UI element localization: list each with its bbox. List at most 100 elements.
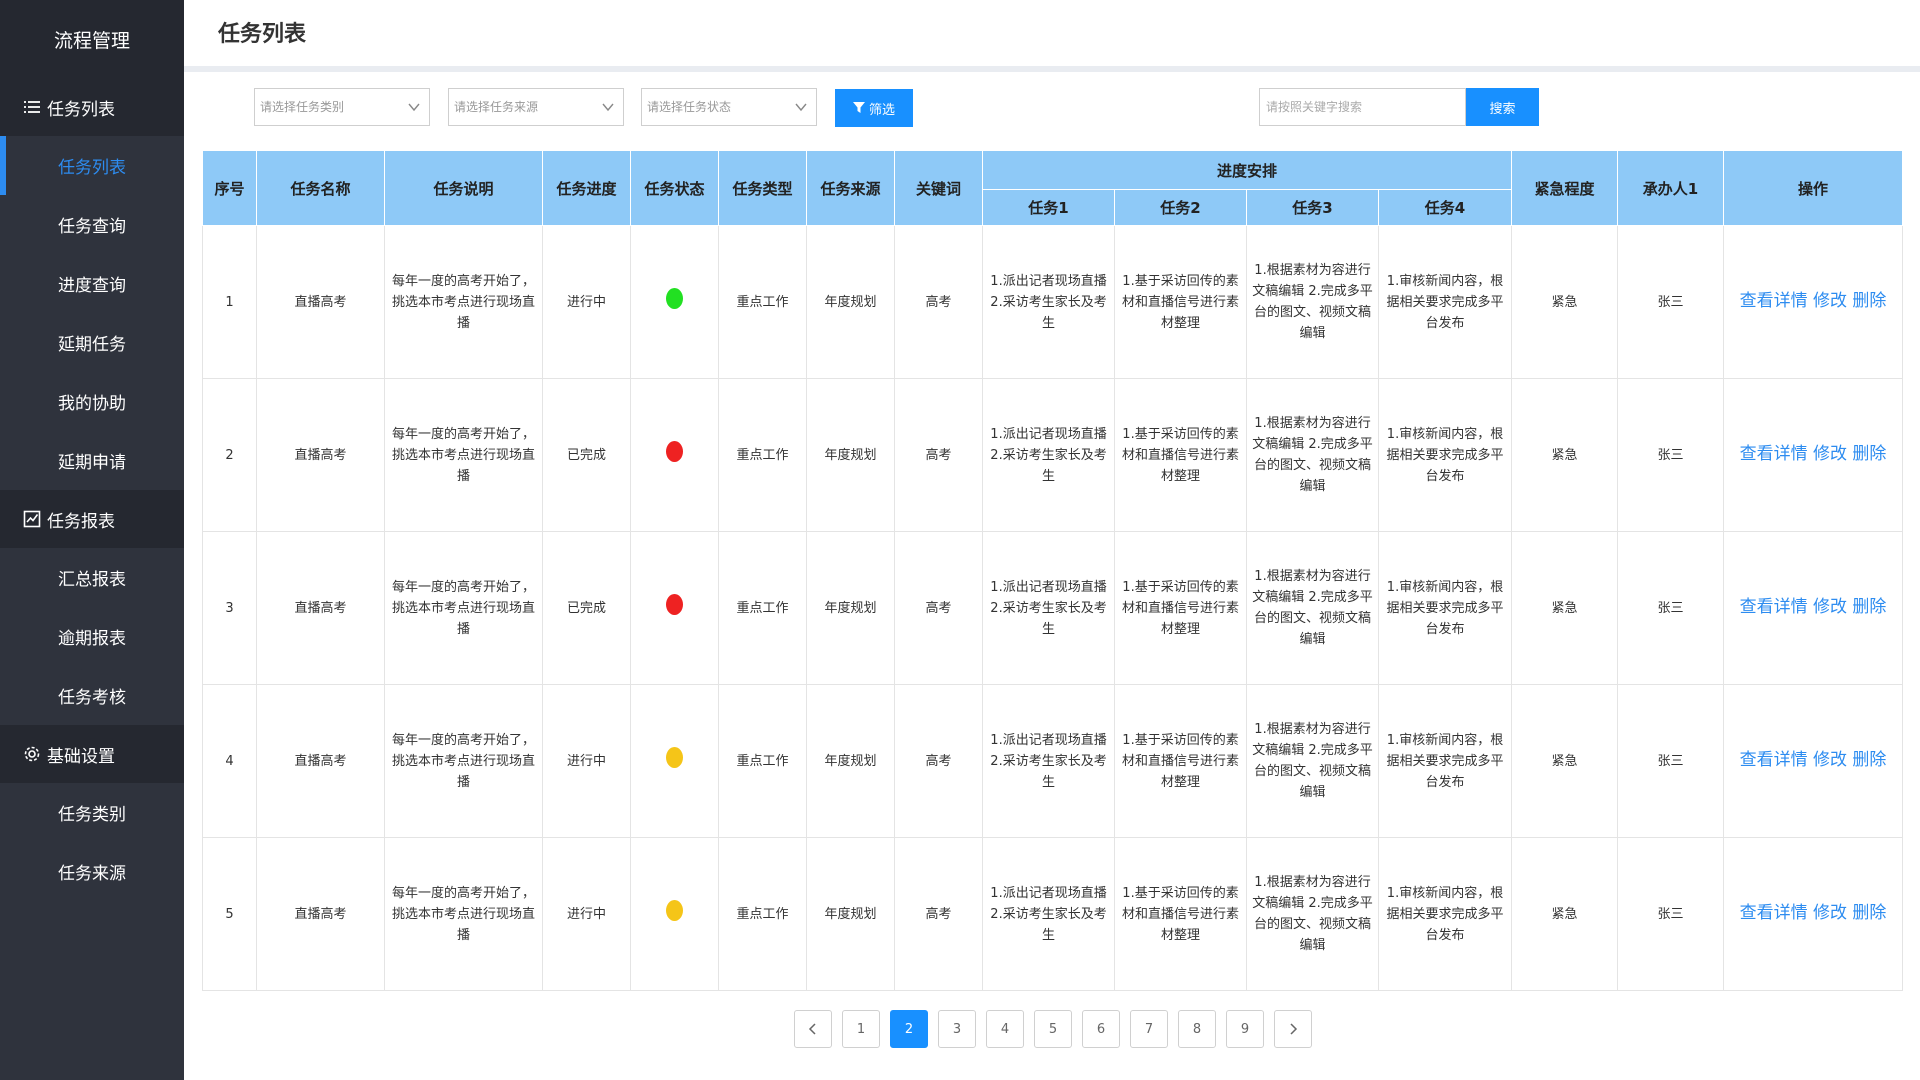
view-details-link[interactable]: 查看详情 xyxy=(1740,444,1808,464)
cell-task3: 1.根据素材为容进行文稿编辑 2.完成多平台的图文、视频文稿编辑 xyxy=(1246,225,1379,379)
cell-progress: 进行中 xyxy=(542,684,631,838)
view-details-link[interactable]: 查看详情 xyxy=(1740,597,1808,617)
search-button[interactable]: 搜索 xyxy=(1466,88,1539,126)
view-details-link[interactable]: 查看详情 xyxy=(1740,903,1808,923)
page-button[interactable]: 7 xyxy=(1130,1010,1168,1048)
chart-check-icon xyxy=(22,509,42,529)
edit-link[interactable]: 修改 xyxy=(1813,903,1847,923)
cell-type: 重点工作 xyxy=(718,225,807,379)
sidebar-item-overdue-report[interactable]: 逾期报表 xyxy=(0,607,184,666)
cell-index: 2 xyxy=(202,378,257,532)
cell-task1: 1.派出记者现场直播 2.采访考生家长及考生 xyxy=(982,378,1115,532)
task-status-select[interactable]: 请选择任务状态 xyxy=(641,88,817,126)
list-icon xyxy=(22,97,42,117)
delete-link[interactable]: 删除 xyxy=(1852,597,1886,617)
cell-task4: 1.审核新闻内容，根据相关要求完成多平台发布 xyxy=(1377,684,1513,838)
delete-link[interactable]: 删除 xyxy=(1852,903,1886,923)
cell-progress: 进行中 xyxy=(542,225,631,379)
page-button[interactable]: 3 xyxy=(938,1010,976,1048)
sidebar-item-task-category[interactable]: 任务类别 xyxy=(0,783,184,842)
cell-task-desc: 每年一度的高考开始了，挑选本市考点进行现场直播 xyxy=(384,225,543,379)
page-header: 任务列表 xyxy=(184,0,1920,72)
sidebar-item-delay-request[interactable]: 延期申请 xyxy=(0,431,184,490)
edit-link[interactable]: 修改 xyxy=(1813,291,1847,311)
cell-task1: 1.派出记者现场直播 2.采访考生家长及考生 xyxy=(982,837,1115,991)
task-category-select[interactable]: 请选择任务类别 xyxy=(254,88,430,126)
sidebar-item-summary-report[interactable]: 汇总报表 xyxy=(0,548,184,607)
filter-button[interactable]: 筛选 xyxy=(835,89,913,127)
sidebar-item-progress-query[interactable]: 进度查询 xyxy=(0,254,184,313)
cell-index: 3 xyxy=(202,531,257,685)
cell-urgency: 紧急 xyxy=(1511,225,1619,379)
cell-urgency: 紧急 xyxy=(1511,531,1619,685)
cell-actions: 查看详情 修改 删除 xyxy=(1723,531,1904,685)
sidebar-group-label: 任务列表 xyxy=(47,99,115,120)
cell-source: 年度规划 xyxy=(806,684,895,838)
view-details-link[interactable]: 查看详情 xyxy=(1740,750,1808,770)
cell-task-name: 直播高考 xyxy=(256,684,385,838)
table-row: 3 直播高考 每年一度的高考开始了，挑选本市考点进行现场直播 已完成 重点工作 年度规划高… xyxy=(202,531,1904,685)
cell-type: 重点工作 xyxy=(718,378,807,532)
page-prev-button[interactable] xyxy=(794,1010,832,1048)
sidebar-item-task-source[interactable]: 任务来源 xyxy=(0,842,184,901)
cell-task2: 1.基于采访回传的素材和直播信号进行素材整理 xyxy=(1114,684,1247,838)
cell-task4: 1.审核新闻内容，根据相关要求完成多平台发布 xyxy=(1377,225,1513,379)
cell-urgency: 紧急 xyxy=(1511,378,1619,532)
gear-icon xyxy=(22,744,42,764)
cell-status xyxy=(630,378,719,532)
cell-actions: 查看详情 修改 删除 xyxy=(1723,225,1904,379)
delete-link[interactable]: 删除 xyxy=(1852,750,1886,770)
delete-link[interactable]: 删除 xyxy=(1852,291,1886,311)
cell-task1: 1.派出记者现场直播 2.采访考生家长及考生 xyxy=(982,225,1115,379)
page-button[interactable]: 9 xyxy=(1226,1010,1264,1048)
col-header: 操作 xyxy=(1723,150,1904,226)
cell-owner: 张三 xyxy=(1617,684,1725,838)
sidebar-item-task-list[interactable]: 任务列表 xyxy=(0,136,184,195)
page-button[interactable]: 8 xyxy=(1178,1010,1216,1048)
cell-owner: 张三 xyxy=(1617,531,1725,685)
cell-type: 重点工作 xyxy=(718,837,807,991)
col-subheader: 任务2 xyxy=(1114,189,1247,226)
cell-keyword: 高考 xyxy=(894,225,983,379)
page-button[interactable]: 4 xyxy=(986,1010,1024,1048)
cell-task3: 1.根据素材为容进行文稿编辑 2.完成多平台的图文、视频文稿编辑 xyxy=(1246,378,1379,532)
sidebar-brand: 流程管理 xyxy=(0,0,184,78)
page-button[interactable]: 6 xyxy=(1082,1010,1120,1048)
cell-status xyxy=(630,837,719,991)
sidebar-group-label: 基础设置 xyxy=(47,746,115,767)
chevron-right-icon xyxy=(1290,1023,1298,1035)
view-details-link[interactable]: 查看详情 xyxy=(1740,291,1808,311)
edit-link[interactable]: 修改 xyxy=(1813,750,1847,770)
sidebar-item-task-query[interactable]: 任务查询 xyxy=(0,195,184,254)
cell-actions: 查看详情 修改 删除 xyxy=(1723,378,1904,532)
cell-source: 年度规划 xyxy=(806,531,895,685)
sidebar-group-basic-settings[interactable]: 基础设置 xyxy=(0,725,184,783)
pagination: 123456789 xyxy=(794,1010,1312,1048)
edit-link[interactable]: 修改 xyxy=(1813,444,1847,464)
sidebar-item-my-assist[interactable]: 我的协助 xyxy=(0,372,184,431)
cell-task-name: 直播高考 xyxy=(256,225,385,379)
sidebar-group-task-report[interactable]: 任务报表 xyxy=(0,490,184,548)
cell-status xyxy=(630,225,719,379)
page-button[interactable]: 2 xyxy=(890,1010,928,1048)
cell-task4: 1.审核新闻内容，根据相关要求完成多平台发布 xyxy=(1377,837,1513,991)
edit-link[interactable]: 修改 xyxy=(1813,597,1847,617)
cell-actions: 查看详情 修改 删除 xyxy=(1723,837,1904,991)
sidebar: 流程管理 任务列表 任务列表 任务查询 进度查询 延期任务 我的协助 延期申请 … xyxy=(0,0,184,1080)
page-button[interactable]: 5 xyxy=(1034,1010,1072,1048)
cell-task2: 1.基于采访回传的素材和直播信号进行素材整理 xyxy=(1114,378,1247,532)
page-next-button[interactable] xyxy=(1274,1010,1312,1048)
delete-link[interactable]: 删除 xyxy=(1852,444,1886,464)
sidebar-item-task-assessment[interactable]: 任务考核 xyxy=(0,666,184,725)
status-dot-icon xyxy=(666,900,683,921)
search-input[interactable]: 请按照关键字搜索 xyxy=(1259,88,1466,126)
col-header: 任务类型 xyxy=(718,150,807,226)
task-source-select[interactable]: 请选择任务来源 xyxy=(448,88,624,126)
table-row: 5 直播高考 每年一度的高考开始了，挑选本市考点进行现场直播 进行中 重点工作 年度规划高… xyxy=(202,837,1904,991)
sidebar-item-delayed-tasks[interactable]: 延期任务 xyxy=(0,313,184,372)
page-button[interactable]: 1 xyxy=(842,1010,880,1048)
cell-type: 重点工作 xyxy=(718,684,807,838)
cell-task1: 1.派出记者现场直播 2.采访考生家长及考生 xyxy=(982,531,1115,685)
sidebar-group-task-list[interactable]: 任务列表 xyxy=(0,78,184,136)
cell-task2: 1.基于采访回传的素材和直播信号进行素材整理 xyxy=(1114,837,1247,991)
